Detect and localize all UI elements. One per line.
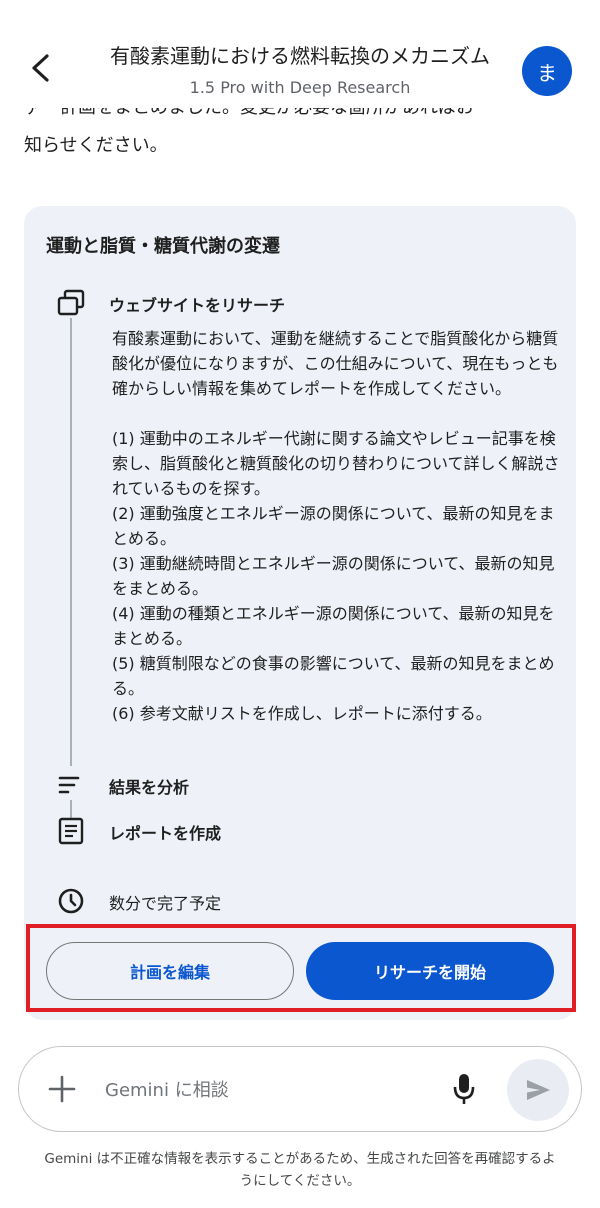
- body-item: (3) 運動継続時間とエネルギー源の関係について、最新の知見をまとめる。: [112, 554, 555, 598]
- eta-label: 数分で完了予定: [109, 894, 222, 913]
- header: 有酸素運動における燃料転換のメカニズム 1.5 Pro with Deep Re…: [0, 0, 600, 108]
- body-paragraph: 有酸素運動において、運動を継続することで脂質酸化から糖質酸化が優位になりますが、…: [112, 329, 559, 398]
- step-connector: [70, 318, 72, 766]
- step-research-body: 有酸素運動において、運動を継続することで脂質酸化から糖質酸化が優位になりますが、…: [112, 326, 560, 726]
- body-item: (1) 運動中のエネルギー代謝に関する論文やレビュー記事を検索し、脂質酸化と糖質…: [112, 429, 560, 498]
- body-item: (2) 運動強度とエネルギー源の関係について、最新の知見をまとめる。: [112, 504, 555, 548]
- plus-icon[interactable]: [45, 1072, 79, 1106]
- disclaimer-text: Gemini は不正確な情報を表示することがあるため、生成された回答を再確認する…: [44, 1151, 556, 1189]
- intro-text: ァー計画をまとめました。変更が必要な箇所があればお 知らせください。: [24, 104, 574, 164]
- step-label: レポートを作成: [109, 824, 222, 843]
- page-title: 有酸素運動における燃料転換のメカニズム: [110, 44, 490, 68]
- model-subtitle: 1.5 Pro with Deep Research: [189, 78, 411, 97]
- edit-plan-button[interactable]: 計画を編集: [46, 942, 294, 1000]
- step-label: 結果を分析: [109, 778, 190, 797]
- body-item: (5) 糖質制限などの食事の影響について、最新の知見をまとめる。: [112, 654, 555, 698]
- avatar[interactable]: ま: [522, 46, 572, 96]
- start-research-button[interactable]: リサーチを開始: [306, 942, 554, 1000]
- research-plan-card: 運動と脂質・糖質代謝の変遷 ウェブサイトをリサーチ 有酸素運動において、運動を継…: [24, 206, 576, 1020]
- report-document-icon: [54, 814, 88, 848]
- send-icon: [527, 1080, 550, 1100]
- send-button[interactable]: [507, 1059, 569, 1121]
- microphone-icon[interactable]: [449, 1071, 479, 1107]
- step-label: ウェブサイトをリサーチ: [109, 296, 286, 315]
- plan-title: 運動と脂質・糖質代謝の変遷: [46, 236, 280, 257]
- body-item: (4) 運動の種類とエネルギー源の関係について、最新の知見をまとめる。: [112, 604, 555, 648]
- intro-line: 知らせください。: [24, 135, 168, 156]
- prompt-input[interactable]: [105, 1073, 435, 1107]
- chat-screen: ァー計画をまとめました。変更が必要な箇所があればお 知らせください。 有酸素運動…: [0, 0, 600, 1208]
- body-spacer: [112, 401, 560, 426]
- body-item: (6) 参考文献リストを作成し、レポートに添付する。: [112, 704, 492, 723]
- web-pages-icon: [54, 286, 88, 320]
- prompt-bar: [18, 1046, 582, 1132]
- analyze-lines-icon: [54, 768, 88, 802]
- clock-icon: [54, 884, 88, 918]
